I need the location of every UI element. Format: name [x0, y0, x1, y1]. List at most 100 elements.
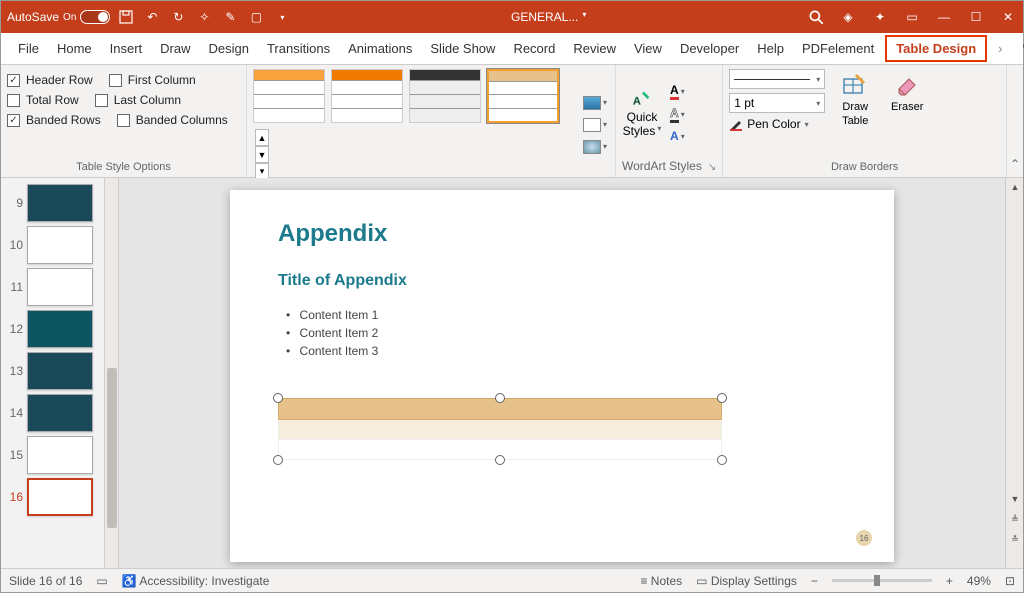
cb-banded-columns[interactable]: Banded Columns — [117, 113, 228, 127]
close-icon[interactable]: ✕ — [999, 8, 1017, 26]
maximize-icon[interactable]: ☐ — [967, 8, 985, 26]
gallery-down-icon[interactable]: ▼ — [255, 146, 269, 163]
resize-handle-icon[interactable] — [273, 455, 283, 465]
prev-slide-icon[interactable]: ≜ — [1008, 512, 1022, 526]
wand-icon[interactable]: ✦ — [871, 8, 889, 26]
tab-animations[interactable]: Animations — [339, 33, 421, 64]
undo-icon[interactable]: ↶ — [144, 9, 160, 25]
dialog-launcher-icon[interactable]: ↘ — [708, 162, 716, 173]
thumb-15[interactable]: 15 — [1, 434, 118, 476]
resize-handle-icon[interactable] — [273, 393, 283, 403]
thumb-12[interactable]: 12 — [1, 308, 118, 350]
tab-table-design[interactable]: Table Design — [885, 35, 987, 62]
selected-table[interactable] — [278, 398, 722, 460]
minimize-icon[interactable]: — — [935, 8, 953, 26]
scroll-down-icon[interactable]: ▼ — [1008, 492, 1022, 506]
eraser-button[interactable]: Eraser — [885, 69, 929, 115]
thumb-13[interactable]: 13 — [1, 350, 118, 392]
tab-insert[interactable]: Insert — [101, 33, 152, 64]
share-icon[interactable] — [1012, 33, 1024, 64]
fit-window-icon[interactable]: ⊡ — [1005, 574, 1015, 588]
table-style-3[interactable] — [409, 69, 481, 123]
effects-button[interactable]: ▾ — [581, 138, 609, 156]
tab-draw[interactable]: Draw — [151, 33, 199, 64]
thumb-16[interactable]: 16 — [1, 476, 118, 518]
diamond-icon[interactable]: ◈ — [839, 8, 857, 26]
accessibility-status[interactable]: ♿ Accessibility: Investigate — [122, 574, 270, 588]
search-icon[interactable] — [807, 8, 825, 26]
tab-overflow-icon[interactable]: › — [989, 33, 1011, 64]
slide-title[interactable]: Appendix — [278, 220, 846, 248]
book-icon[interactable]: ▭ — [96, 574, 107, 588]
scroll-up-icon[interactable]: ▲ — [1008, 180, 1022, 194]
zoom-slider[interactable] — [832, 579, 932, 582]
table-style-4[interactable] — [487, 69, 559, 123]
display-settings-button[interactable]: ▭ Display Settings — [696, 574, 797, 588]
save-icon[interactable] — [118, 9, 134, 25]
tab-pdfelement[interactable]: PDFelement — [793, 33, 883, 64]
gallery-up-icon[interactable]: ▲ — [255, 129, 269, 146]
slide-canvas[interactable]: Appendix Title of Appendix Content Item … — [119, 178, 1005, 568]
workspace: 9 10 11 12 13 14 15 16 Appendix Title of… — [1, 178, 1023, 568]
text-effects-button[interactable]: A▾ — [670, 129, 685, 143]
borders-button[interactable]: ▾ — [581, 116, 609, 134]
present-icon[interactable]: ▢ — [248, 9, 264, 25]
pen-icon[interactable]: ✎ — [222, 9, 238, 25]
slide-thumbnails[interactable]: 9 10 11 12 13 14 15 16 — [1, 178, 119, 568]
notes-button[interactable]: ≡ Notes — [640, 574, 682, 588]
tab-slideshow[interactable]: Slide Show — [421, 33, 504, 64]
title-right: ◈ ✦ ▭ — ☐ ✕ — [807, 8, 1017, 26]
collapse-ribbon-icon[interactable]: ⌃ — [1007, 65, 1023, 177]
slide-content-list[interactable]: Content Item 1 Content Item 2 Content It… — [278, 308, 846, 358]
thumb-14[interactable]: 14 — [1, 392, 118, 434]
filename[interactable]: GENERAL... — [511, 10, 578, 24]
shading-button[interactable]: ▾ — [581, 94, 609, 112]
zoom-out-icon[interactable]: − — [811, 574, 818, 588]
tab-developer[interactable]: Developer — [671, 33, 748, 64]
quick-styles-button[interactable]: A Quick Styles▾ — [622, 88, 662, 138]
redo-icon[interactable]: ↻ — [170, 9, 186, 25]
thumb-11[interactable]: 11 — [1, 266, 118, 308]
status-bar: Slide 16 of 16 ▭ ♿ Accessibility: Invest… — [1, 568, 1023, 592]
cb-last-column[interactable]: Last Column — [95, 93, 181, 107]
text-fill-button[interactable]: A▾ — [670, 83, 685, 100]
table-style-1[interactable] — [253, 69, 325, 123]
group-table-style-options: ✓Header Row First Column Total Row Last … — [1, 65, 247, 177]
resize-handle-icon[interactable] — [495, 455, 505, 465]
tab-file[interactable]: File — [9, 33, 48, 64]
next-slide-icon[interactable]: ≛ — [1008, 532, 1022, 546]
tab-help[interactable]: Help — [748, 33, 793, 64]
tab-transitions[interactable]: Transitions — [258, 33, 339, 64]
pen-weight-dropdown[interactable]: 1 pt▾ — [729, 93, 825, 113]
vertical-scrollbar[interactable]: ▲ ▼ ≜ ≛ — [1005, 178, 1023, 568]
zoom-level[interactable]: 49% — [967, 574, 991, 588]
slide-counter[interactable]: Slide 16 of 16 — [9, 574, 82, 588]
text-outline-button[interactable]: A▾ — [670, 106, 685, 123]
thumb-9[interactable]: 9 — [1, 182, 118, 224]
cb-header-row[interactable]: ✓Header Row — [7, 73, 93, 87]
tab-review[interactable]: Review — [564, 33, 625, 64]
zoom-in-icon[interactable]: + — [946, 574, 953, 588]
slide-subtitle[interactable]: Title of Appendix — [278, 272, 846, 290]
table-style-2[interactable] — [331, 69, 403, 123]
draw-table-button[interactable]: DrawTable — [833, 69, 877, 129]
qat-more-icon[interactable]: ▾ — [274, 9, 290, 25]
tab-view[interactable]: View — [625, 33, 671, 64]
pen-style-dropdown[interactable]: ▾ — [729, 69, 825, 89]
tab-home[interactable]: Home — [48, 33, 101, 64]
resize-handle-icon[interactable] — [717, 393, 727, 403]
tab-record[interactable]: Record — [504, 33, 564, 64]
cb-total-row[interactable]: Total Row — [7, 93, 79, 107]
autosave-toggle[interactable]: AutoSave On — [7, 10, 110, 24]
cb-banded-rows[interactable]: ✓Banded Rows — [7, 113, 101, 127]
resize-handle-icon[interactable] — [717, 455, 727, 465]
title-bar: AutoSave On ↶ ↻ ✧ ✎ ▢ ▾ GENERAL...▾ ◈ ✦ … — [1, 1, 1023, 33]
tab-design[interactable]: Design — [200, 33, 258, 64]
thumb-10[interactable]: 10 — [1, 224, 118, 266]
thumb-scrollbar[interactable] — [104, 178, 118, 568]
resize-handle-icon[interactable] — [495, 393, 505, 403]
pen-color-button[interactable]: Pen Color▾ — [729, 117, 825, 131]
ribbon-mode-icon[interactable]: ▭ — [903, 8, 921, 26]
cb-first-column[interactable]: First Column — [109, 73, 196, 87]
touch-mode-icon[interactable]: ✧ — [196, 9, 212, 25]
